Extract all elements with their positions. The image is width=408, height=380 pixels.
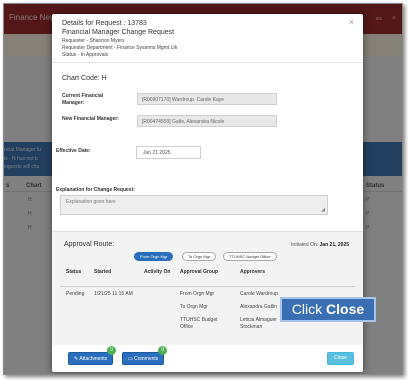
paperclip-icon: ✎: [74, 356, 79, 362]
approval-route-panel: Approval Route: Initiated On: Jan 21, 20…: [52, 231, 363, 345]
route-row-started: 1/21/25 11:15 AM: [94, 291, 133, 297]
modal-title: Details for Request : 13783: [62, 20, 147, 27]
requester: Requester - Shannon Myers: [62, 38, 125, 44]
route-row-approvers: Carole Wardroup: [240, 291, 278, 297]
route-step-budget-office[interactable]: TTUHSC Budget Office: [223, 252, 277, 261]
route-header-activity: Activity On: [144, 269, 171, 275]
current-fm-field: [R00907170] Wardroup, Carole Kaye: [137, 93, 277, 105]
divider: [52, 62, 363, 63]
effective-date-field[interactable]: Jan 21 2025: [136, 146, 201, 159]
explanation-textarea[interactable]: Explanation goes here ◢: [60, 195, 328, 215]
new-fm-label: New Financial Manager:: [62, 116, 119, 122]
chart-code: Chart Code: H: [62, 75, 107, 82]
route-row-group: TTUHSC Budget Office: [180, 317, 218, 330]
route-row-group: To Orgn Mgr: [180, 304, 208, 310]
attachments-label: Attachments: [79, 356, 108, 362]
new-fm-field: [R00474559] Gatle, Alexandra Nicole: [137, 115, 277, 127]
route-step-to-orgn-mgr[interactable]: To Orgn Mgr: [182, 252, 217, 261]
route-row-approvers: Alexandra Gatlin: [240, 304, 277, 310]
route-row-status: Pending: [66, 291, 85, 297]
initiated-on-label: Initiated On:: [291, 242, 319, 248]
current-fm-label: Current Financial Manager:: [62, 93, 104, 106]
route-header-status: Status: [66, 269, 82, 275]
comments-label: Comments: [134, 356, 159, 362]
request-type: Financial Manager Change Request: [62, 29, 175, 36]
initiated-on: Initiated On: Jan 21, 2025: [291, 242, 349, 248]
screenshot-frame: Finance New ais × ncial Manager fu ls - …: [3, 3, 403, 375]
request-status: Status - In Approvals: [62, 52, 109, 58]
explanation-text: Explanation goes here: [66, 199, 116, 205]
callout-target: Close: [326, 301, 365, 317]
close-button[interactable]: Close: [327, 352, 354, 365]
attachments-button[interactable]: ✎ Attachments 0: [68, 346, 117, 365]
effective-date-label: Effective Date:: [56, 148, 91, 154]
route-header-group: Approval Group: [180, 269, 219, 275]
callout-prefix: Click: [291, 301, 323, 317]
route-row-group: From Orgn Mgr: [180, 291, 215, 297]
route-header-started: Started: [94, 269, 112, 275]
resize-handle-icon[interactable]: ◢: [321, 207, 325, 213]
initiated-on-date: Jan 21, 2025: [319, 242, 349, 248]
instruction-callout: Click Close: [280, 297, 376, 322]
route-header-approvers: Approvers: [240, 269, 266, 275]
comment-icon: ▭: [128, 356, 133, 362]
comments-button[interactable]: ▭ Comments 0: [122, 346, 168, 365]
requester-department: Requester Department - Finance Systems M…: [62, 45, 178, 51]
explanation-label: Explanation for Change Request:: [56, 187, 135, 193]
attachments-count-badge: 0: [107, 346, 117, 355]
close-icon[interactable]: ×: [349, 17, 354, 27]
approval-route-title: Approval Route:: [64, 241, 115, 248]
comments-count-badge: 0: [158, 346, 168, 355]
route-header-divider: [60, 286, 355, 287]
route-step-from-orgn-mgr[interactable]: From Orgn Mgr: [134, 252, 174, 261]
